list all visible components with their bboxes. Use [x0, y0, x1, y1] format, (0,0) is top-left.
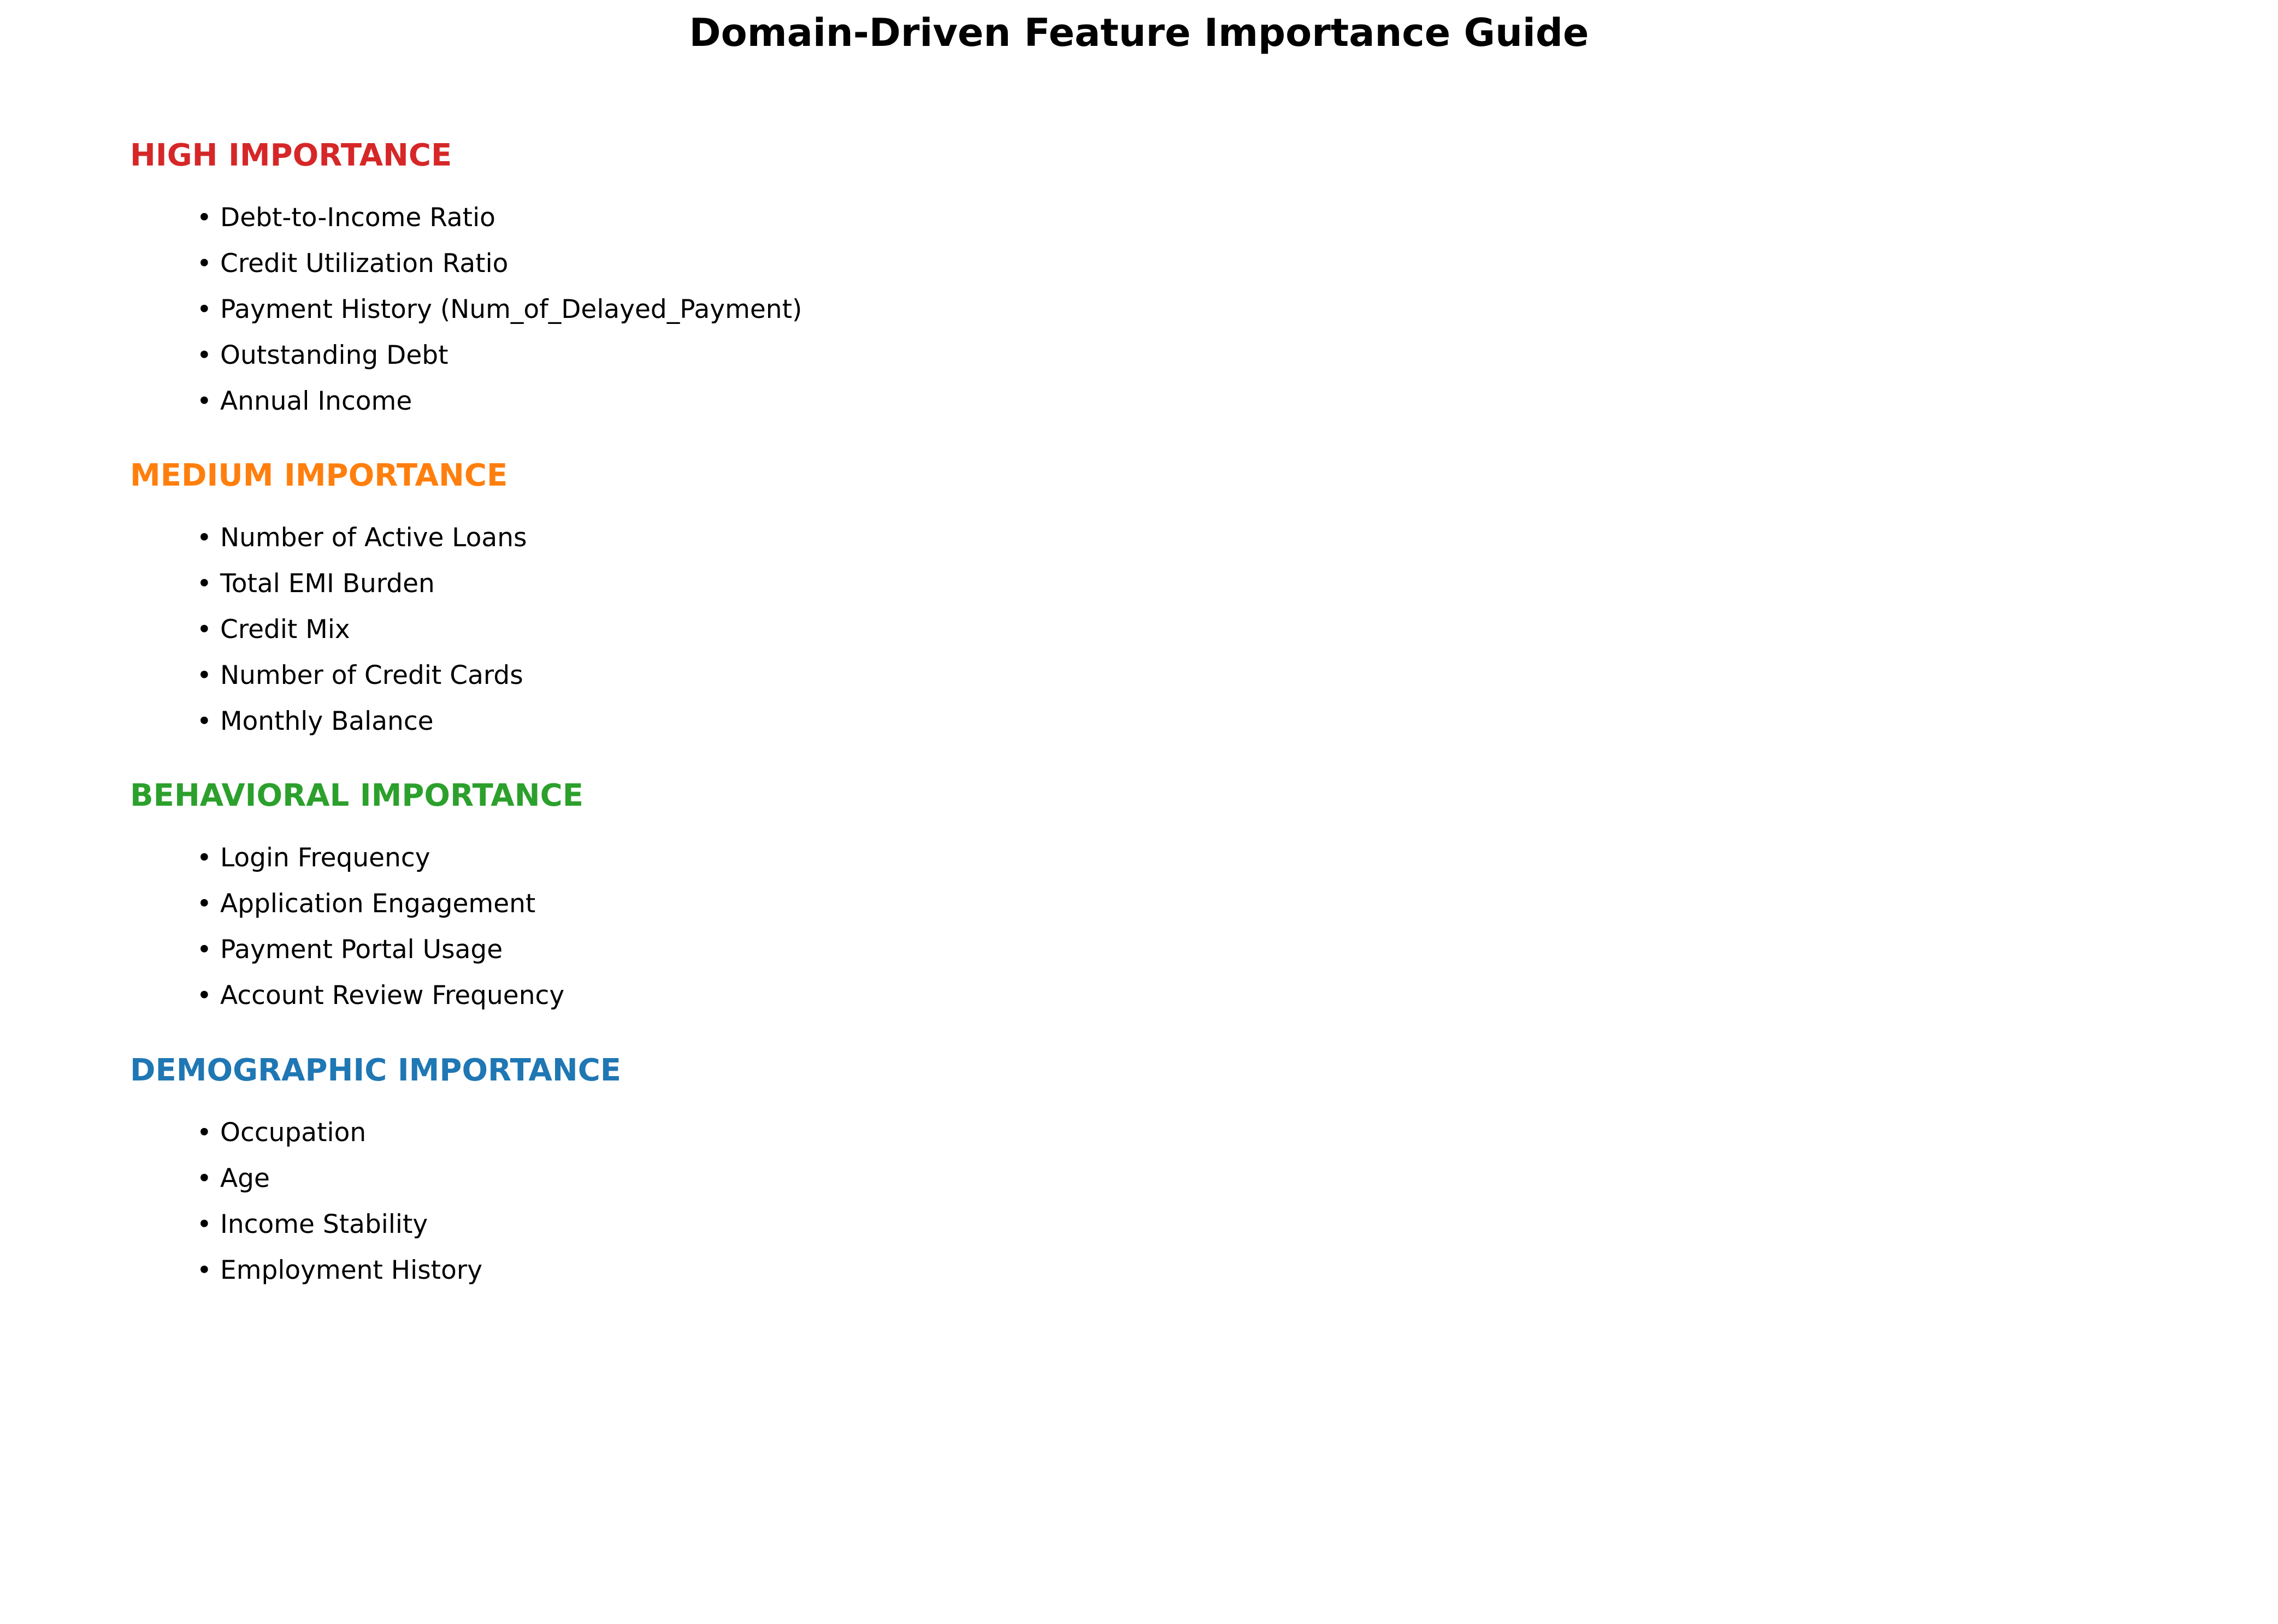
- feature-item: • Payment History (Num_of_Delayed_Payment…: [197, 293, 802, 327]
- feature-item-label: Payment Portal Usage: [220, 935, 503, 965]
- bullet-glyph: •: [197, 569, 212, 599]
- feature-item: • Monthly Balance: [197, 705, 434, 739]
- bullet-glyph: •: [197, 615, 212, 645]
- feature-item: • Credit Utilization Ratio: [197, 247, 508, 281]
- feature-item-label: Total EMI Burden: [220, 569, 435, 599]
- bullet-glyph: •: [197, 203, 212, 233]
- feature-item: • Debt-to-Income Ratio: [197, 201, 495, 235]
- feature-item: • Income Stability: [197, 1208, 428, 1242]
- feature-item-label: Number of Active Loans: [220, 523, 527, 553]
- bullet-glyph: •: [197, 249, 212, 279]
- bullet-glyph: •: [197, 1255, 212, 1285]
- feature-item-label: Debt-to-Income Ratio: [220, 203, 495, 233]
- feature-item: • Credit Mix: [197, 613, 350, 647]
- feature-item: • Application Engagement: [197, 887, 535, 921]
- bullet-glyph: •: [197, 706, 212, 736]
- feature-item-label: Credit Utilization Ratio: [220, 249, 509, 279]
- bullet-glyph: •: [197, 981, 212, 1011]
- bullet-glyph: •: [197, 935, 212, 965]
- feature-item: • Payment Portal Usage: [197, 933, 503, 967]
- section-heading-behavioral: BEHAVIORAL IMPORTANCE: [130, 778, 583, 813]
- bullet-glyph: •: [197, 1164, 212, 1194]
- feature-item-label: Account Review Frequency: [220, 981, 565, 1011]
- feature-item: • Account Review Frequency: [197, 979, 564, 1013]
- bullet-glyph: •: [197, 386, 212, 416]
- feature-item-label: Income Stability: [220, 1209, 428, 1239]
- feature-item-label: Annual Income: [220, 386, 412, 416]
- feature-item: • Number of Credit Cards: [197, 659, 523, 693]
- feature-item-label: Login Frequency: [220, 843, 430, 873]
- feature-item: • Total EMI Burden: [197, 567, 435, 601]
- feature-item: • Age: [197, 1162, 270, 1196]
- feature-item-label: Monthly Balance: [220, 706, 434, 736]
- bullet-glyph: •: [197, 843, 212, 873]
- page-title: Domain-Driven Feature Importance Guide: [689, 10, 1589, 55]
- feature-item: • Outstanding Debt: [197, 339, 448, 373]
- bullet-glyph: •: [197, 340, 212, 370]
- section-heading-medium: MEDIUM IMPORTANCE: [130, 458, 508, 493]
- feature-item-label: Outstanding Debt: [220, 340, 448, 370]
- feature-item: • Number of Active Loans: [197, 521, 527, 555]
- feature-item-label: Application Engagement: [220, 889, 536, 919]
- feature-item: • Occupation: [197, 1116, 366, 1150]
- bullet-glyph: •: [197, 523, 212, 553]
- feature-item-label: Age: [220, 1164, 270, 1194]
- bullet-glyph: •: [197, 1118, 212, 1148]
- section-heading-high: HIGH IMPORTANCE: [130, 138, 452, 173]
- feature-item: • Employment History: [197, 1254, 482, 1288]
- section-heading-demographic: DEMOGRAPHIC IMPORTANCE: [130, 1053, 622, 1088]
- feature-item: • Annual Income: [197, 385, 412, 418]
- feature-item-label: Payment History (Num_of_Delayed_Payment): [220, 294, 802, 324]
- bullet-glyph: •: [197, 889, 212, 919]
- bullet-glyph: •: [197, 294, 212, 324]
- bullet-glyph: •: [197, 660, 212, 690]
- feature-item-label: Occupation: [220, 1118, 367, 1148]
- bullet-glyph: •: [197, 1209, 212, 1239]
- feature-importance-guide: Domain-Driven Feature Importance Guide H…: [0, 0, 2278, 1624]
- feature-item-label: Number of Credit Cards: [220, 660, 523, 690]
- feature-item-label: Employment History: [220, 1255, 483, 1285]
- feature-item: • Login Frequency: [197, 841, 430, 875]
- feature-item-label: Credit Mix: [220, 615, 350, 645]
